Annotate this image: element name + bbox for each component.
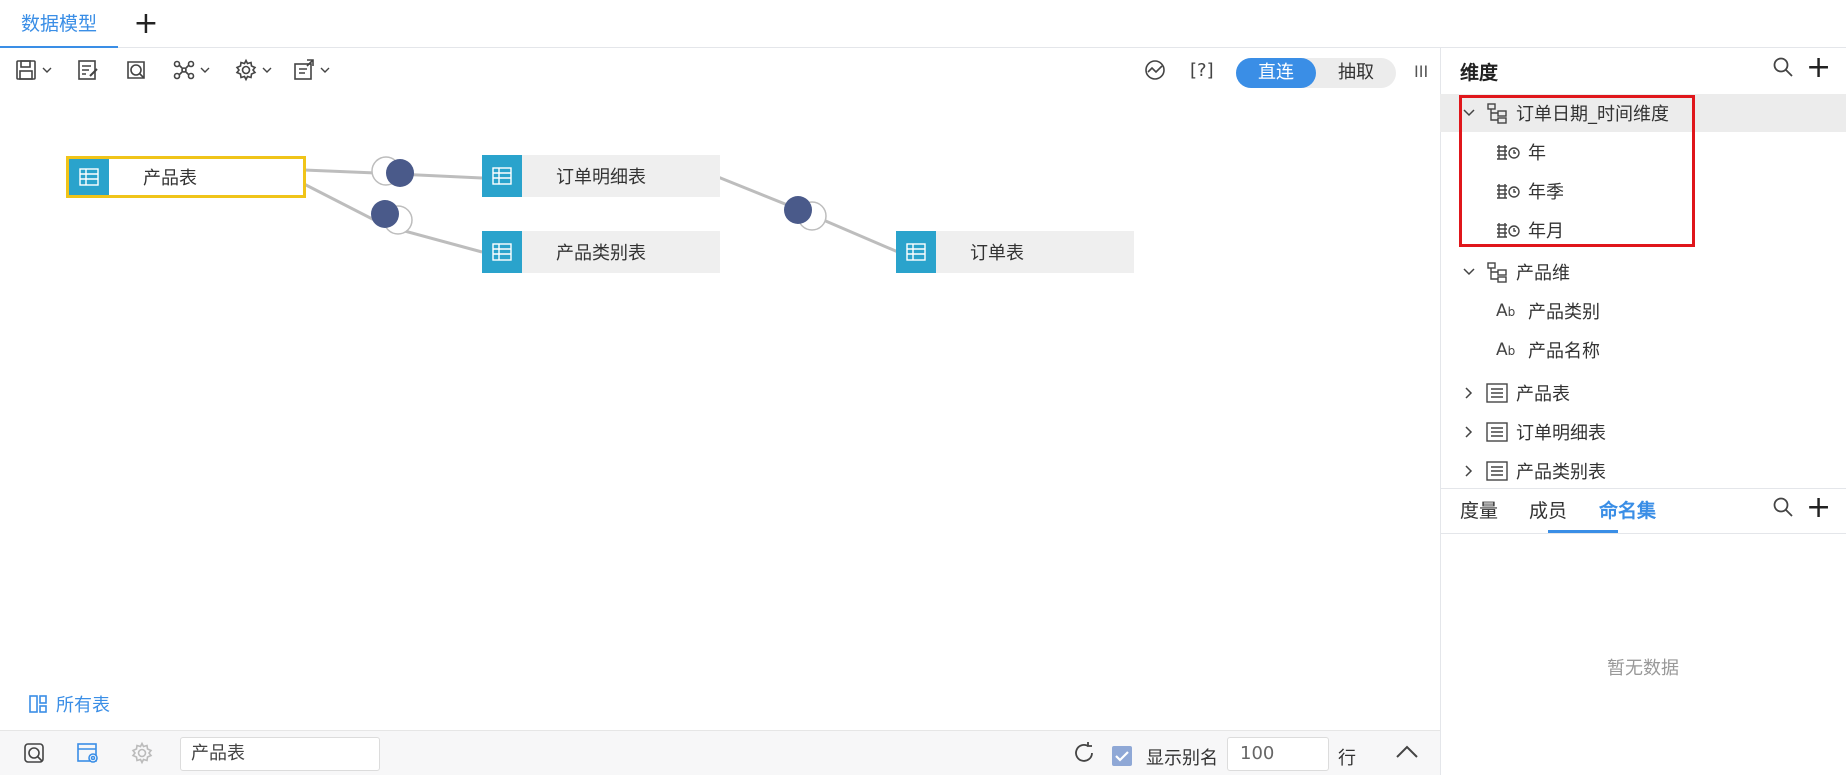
join-connector[interactable] (371, 200, 413, 235)
tab-named-set[interactable]: 命名集 (1599, 488, 1656, 534)
table-icon (1486, 422, 1508, 442)
all-tables-button[interactable]: 所有表 (28, 692, 110, 716)
table-node-label: 订单明细表 (556, 167, 646, 188)
refresh-icon (1075, 742, 1093, 762)
plus-icon: + (1806, 50, 1832, 85)
text-field-icon: Ab (1496, 340, 1516, 360)
chevron-up-icon (1396, 745, 1418, 758)
tree-item-hierarchy[interactable]: 产品维 (1440, 253, 1846, 291)
tab-measure[interactable]: 度量 (1460, 488, 1498, 534)
checkmark-icon (1115, 751, 1129, 762)
add-named-set-button[interactable]: + (1806, 490, 1831, 525)
table-icon (1486, 461, 1508, 481)
preview-icon (24, 743, 44, 763)
tab-bar (0, 0, 1846, 48)
plus-icon: + (1806, 490, 1832, 525)
row-count-input[interactable]: 100 (1227, 737, 1329, 771)
chevron-right-icon (1465, 387, 1473, 399)
tree-item-label: 产品名称 (1528, 341, 1600, 362)
table-icon (1486, 383, 1508, 403)
field-settings-button[interactable] (130, 741, 154, 769)
add-tab-button[interactable]: + (128, 6, 164, 42)
collapse-bottom-button[interactable] (1394, 740, 1420, 768)
show-alias-checkbox[interactable] (1112, 746, 1132, 766)
tree-item-text-field[interactable]: Ab 产品名称 (1440, 331, 1846, 369)
tree-item-label: 产品表 (1516, 384, 1570, 405)
search-icon (1773, 57, 1793, 77)
table-node-order-detail[interactable]: 订单明细表 (482, 155, 720, 197)
table-node-label: 订单表 (970, 243, 1024, 264)
table-node-label: 产品类别表 (556, 243, 646, 264)
chevron-right-icon (1465, 426, 1473, 438)
show-alias-label: 显示别名 (1146, 748, 1218, 769)
tree-item-table[interactable]: 产品类别表 (1440, 452, 1846, 490)
rows-unit-label: 行 (1338, 748, 1356, 769)
tree-item-table[interactable]: 订单明细表 (1440, 413, 1846, 451)
active-tab-indicator (1548, 530, 1618, 533)
table-icon (69, 159, 109, 195)
table-node-label: 产品表 (143, 168, 197, 189)
plus-icon: + (133, 6, 159, 41)
table-settings-icon (77, 743, 98, 763)
empty-state-text: 暂无数据 (1607, 658, 1679, 679)
all-tables-label: 所有表 (56, 695, 110, 716)
tab-data-model[interactable]: 数据模型 (0, 0, 118, 48)
tab-member[interactable]: 成员 (1529, 488, 1567, 534)
tree-item-table[interactable]: 产品表 (1440, 374, 1846, 412)
tree-item-label: 产品类别 (1528, 302, 1600, 323)
tree-item-label: 产品维 (1516, 263, 1570, 284)
join-connector[interactable] (784, 196, 827, 231)
table-node-product[interactable]: 产品表 (66, 156, 306, 198)
table-properties-button[interactable] (76, 741, 100, 769)
gear-icon (131, 741, 153, 765)
table-node-product-category[interactable]: 产品类别表 (482, 231, 720, 273)
model-canvas[interactable] (0, 48, 1440, 728)
layout-icon (29, 695, 47, 713)
table-icon (896, 231, 936, 273)
data-preview-button[interactable] (22, 741, 46, 769)
chevron-right-icon (1465, 465, 1473, 477)
table-icon (482, 231, 522, 273)
text-field-icon: Ab (1496, 301, 1516, 321)
search-named-set-button[interactable] (1772, 496, 1794, 522)
add-dimension-button[interactable]: + (1806, 50, 1831, 85)
hierarchy-icon (1487, 262, 1507, 283)
search-icon (1773, 497, 1793, 517)
tree-item-label: 订单明细表 (1516, 423, 1606, 444)
selected-table-field[interactable]: 产品表 (180, 737, 380, 771)
join-connector[interactable] (371, 156, 414, 187)
search-dimension-button[interactable] (1772, 56, 1794, 82)
refresh-button[interactable] (1072, 741, 1096, 769)
dimension-panel-title: 维度 (1460, 62, 1499, 84)
chevron-down-icon (1463, 268, 1475, 276)
tree-item-text-field[interactable]: Ab 产品类别 (1440, 292, 1846, 330)
highlight-box (1459, 95, 1695, 247)
table-node-order[interactable]: 订单表 (896, 231, 1134, 273)
table-icon (482, 155, 522, 197)
tree-item-label: 产品类别表 (1516, 462, 1606, 483)
